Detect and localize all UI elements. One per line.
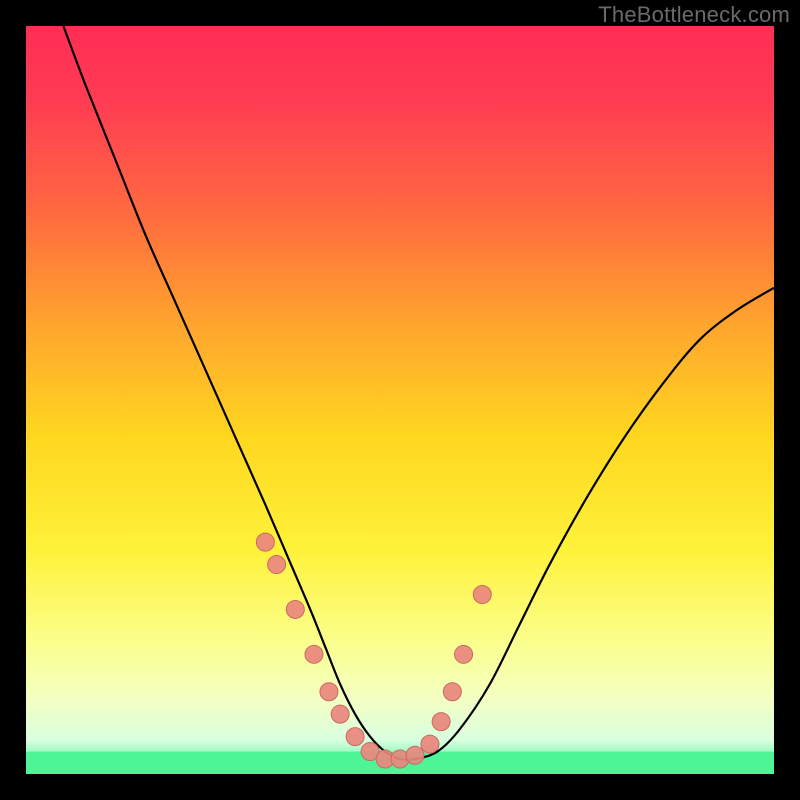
marker-point — [421, 735, 439, 753]
marker-point — [286, 600, 304, 618]
marker-point — [331, 705, 349, 723]
marker-point — [455, 645, 473, 663]
chart-frame: TheBottleneck.com — [0, 0, 800, 800]
gradient-background — [26, 26, 774, 774]
marker-point — [256, 533, 274, 551]
bottleneck-chart — [26, 26, 774, 774]
marker-point — [320, 683, 338, 701]
marker-point — [406, 746, 424, 764]
marker-point — [473, 585, 491, 603]
watermark-text: TheBottleneck.com — [598, 2, 790, 28]
marker-point — [346, 728, 364, 746]
marker-point — [443, 683, 461, 701]
plot-area — [26, 26, 774, 774]
marker-point — [305, 645, 323, 663]
marker-point — [268, 556, 286, 574]
marker-point — [432, 713, 450, 731]
